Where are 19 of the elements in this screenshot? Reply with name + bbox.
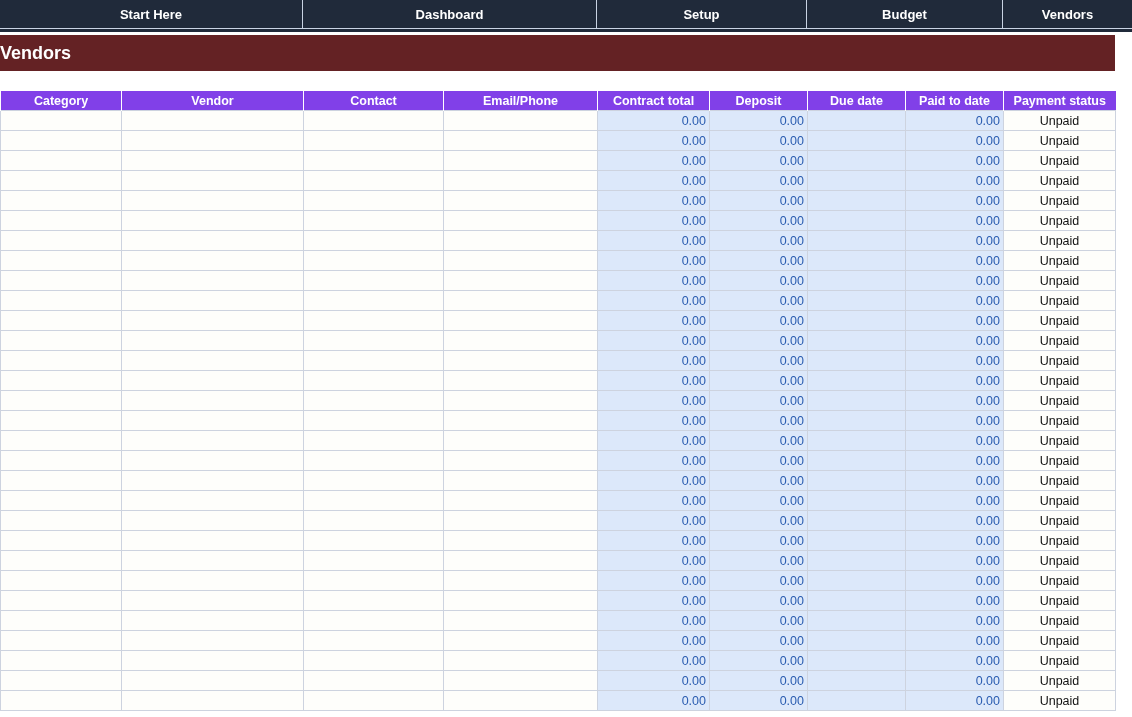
column-header: Paid to date <box>905 91 1004 111</box>
table-cell: 0.00 <box>597 110 710 131</box>
column-header: Email/Phone <box>443 91 598 111</box>
column-header: Category <box>0 91 122 111</box>
nav-tab[interactable]: Vendors <box>1003 0 1132 28</box>
column-header: Contract total <box>597 91 710 111</box>
table-cell: 0.00 <box>905 110 1004 131</box>
table-cell: 0.00 <box>709 110 808 131</box>
table-cell: Unpaid <box>1003 110 1116 131</box>
column-header: Due date <box>807 91 906 111</box>
column-header: Vendor <box>121 91 304 111</box>
nav-tab[interactable]: Budget <box>807 0 1003 28</box>
nav-tab[interactable]: Dashboard <box>303 0 597 28</box>
column-header: Contact <box>303 91 444 111</box>
column-header: Payment status <box>1003 91 1116 111</box>
nav-tab[interactable]: Setup <box>597 0 807 28</box>
column-header: Deposit <box>709 91 808 111</box>
nav-tab[interactable]: Start Here <box>0 0 303 28</box>
page-title: Vendors <box>0 42 72 64</box>
